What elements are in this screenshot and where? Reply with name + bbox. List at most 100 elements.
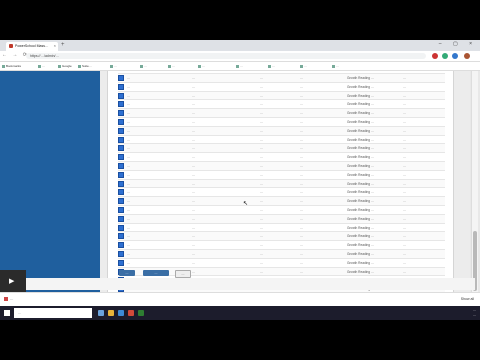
taskbar-search[interactable]: … [14,308,92,318]
row-checkbox[interactable] [118,215,124,222]
bookmark-label: … [240,64,243,68]
table-cell: … [260,84,264,89]
close-tab-icon[interactable]: × [54,43,56,48]
table-row: …………Growth Reading …… [118,240,445,249]
table-cell: … [300,172,304,177]
table-cell: … [192,216,196,221]
row-checkbox[interactable] [118,242,124,249]
table-cell: … [260,120,264,124]
extension-icon[interactable] [432,53,438,59]
row-checkbox[interactable] [118,198,124,205]
bookmark-item[interactable]: … [140,64,147,68]
new-tab-button[interactable]: + [61,42,65,48]
table-cell: … [403,120,407,124]
table-cell: … [260,216,264,221]
row-checkbox[interactable] [118,259,124,266]
table-cell: … [300,84,304,89]
row-checkbox[interactable] [118,92,124,99]
row-checkbox[interactable] [118,101,124,108]
table-cell: … [127,155,131,160]
bookmark-item[interactable]: … [168,64,175,68]
bookmark-item[interactable]: … [236,64,243,68]
bookmark-item[interactable]: … [332,64,339,68]
table-cell: Growth Reading … [347,269,375,274]
table-cell: … [403,111,407,116]
extension-icon[interactable] [452,53,458,59]
table-cell: … [192,137,196,142]
table-cell: … [260,181,264,186]
table-cell: … [403,190,407,195]
tab-title: PowerSchool Mass… [15,44,49,48]
row-checkbox[interactable] [118,171,124,178]
table-cell: … [127,146,131,151]
bookmark-item[interactable]: … [38,64,45,68]
table-cell: … [300,137,304,142]
bookmark-label: … [42,64,45,68]
secondary-button[interactable]: … [143,270,169,276]
table-cell: … [300,76,304,80]
row-checkbox[interactable] [118,207,124,213]
table-cell: Growth Reading … [347,120,375,124]
table-cell: … [260,234,264,239]
file-explorer-icon[interactable] [108,310,114,316]
bookmark-item[interactable]: Suite… [78,64,92,68]
chrome-icon[interactable] [128,310,134,316]
row-checkbox[interactable] [118,136,124,143]
row-checkbox[interactable] [118,163,124,169]
table-row: …………Growth Reading …… [118,257,445,267]
row-checkbox[interactable] [118,83,124,90]
profile-avatar[interactable] [464,53,470,59]
table-row: …………Growth Reading …… [118,143,445,153]
table-row: …………Growth Reading …… [118,152,445,161]
bookmark-item[interactable]: Bookmarks [2,64,21,68]
window-controls[interactable]: – ▢ × [439,41,477,47]
row-checkbox[interactable] [118,233,124,240]
windows-start-icon[interactable] [4,310,10,316]
table-cell: … [403,216,407,221]
row-checkbox[interactable] [118,75,124,81]
bookmark-item[interactable]: … [268,64,275,68]
bookmark-item[interactable]: … [198,64,205,68]
table-cell: Growth Reading … [347,137,375,142]
task-view-icon[interactable] [98,310,104,316]
extension-icon[interactable] [442,53,448,59]
submit-button[interactable]: … [119,270,135,276]
row-checkbox[interactable] [118,119,124,125]
table-cell: … [127,199,131,204]
table-cell: … [403,128,407,133]
row-checkbox[interactable] [118,110,124,117]
table-cell: … [127,93,131,98]
bookmark-item[interactable]: … [300,64,307,68]
table-row: …………Growth Reading …… [118,117,445,126]
row-checkbox[interactable] [118,127,124,134]
row-checkbox[interactable] [118,180,124,187]
bookmark-item[interactable]: Google [58,64,72,68]
table-cell: … [300,120,304,124]
url-field[interactable]: https://…/admin/… [26,53,426,59]
table-cell: … [127,137,131,142]
nav-buttons[interactable]: ← → ⟳ [2,52,29,58]
table-cell: Growth Reading … [347,190,375,195]
app-icon[interactable] [138,310,144,316]
row-checkbox[interactable] [118,251,124,257]
browser-tab[interactable]: PowerSchool Mass… × [6,42,58,51]
edge-icon[interactable] [118,310,124,316]
cancel-button[interactable]: … [175,270,191,278]
table-cell: … [127,111,131,116]
download-item[interactable]: … [4,297,14,302]
table-cell: … [127,260,131,265]
row-checkbox[interactable] [118,145,124,152]
table-cell: … [403,234,407,239]
table-cell: … [260,111,264,116]
row-checkbox[interactable] [118,224,124,231]
row-checkbox[interactable] [118,189,124,196]
table-cell: … [192,269,196,274]
bookmark-item[interactable]: … [110,64,117,68]
row-checkbox[interactable] [118,154,124,161]
table-cell: … [192,155,196,160]
bookmark-label: … [172,64,175,68]
system-clock[interactable]: … … [473,308,476,317]
table-cell: Growth Reading … [347,216,375,221]
show-all-downloads[interactable]: Show all [461,297,474,301]
vertical-scrollbar[interactable] [471,71,478,307]
